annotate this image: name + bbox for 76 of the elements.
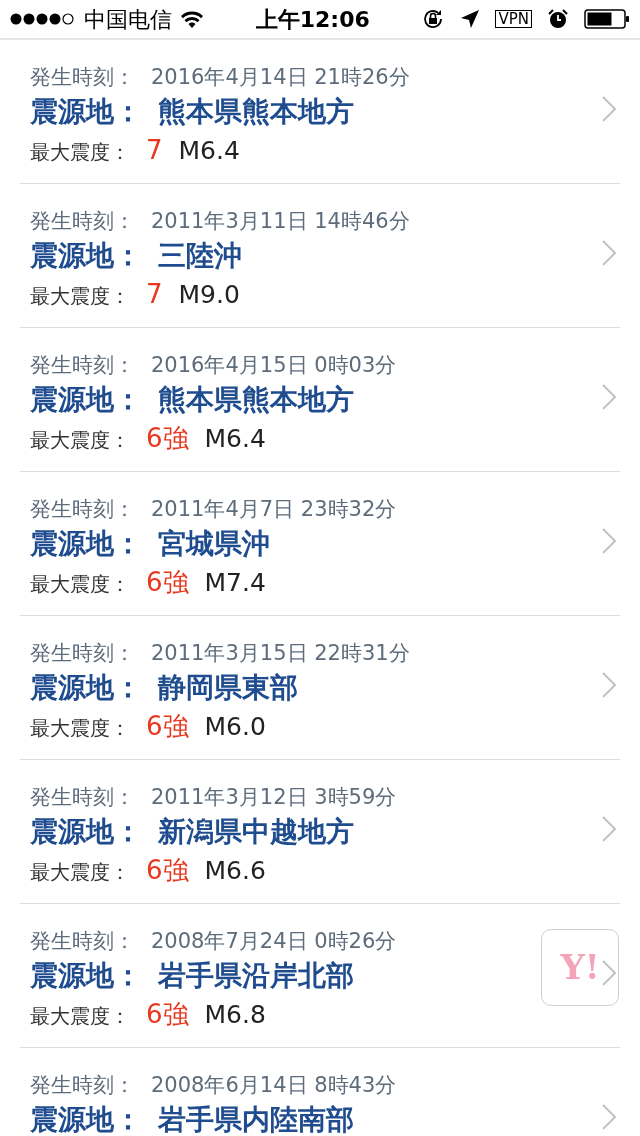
- quake-time: 2011年3月12日 3時59分: [151, 784, 397, 811]
- intensity-value: 6強: [146, 566, 189, 599]
- epicenter-label: 震源地：: [30, 670, 142, 706]
- magnitude: M7.4: [204, 567, 266, 599]
- time-label: 発生時刻：: [30, 784, 135, 811]
- wifi-icon: [180, 10, 204, 28]
- magnitude: M6.0: [204, 711, 266, 743]
- quake-time: 2011年3月11日 14時46分: [151, 208, 410, 235]
- magnitude: M6.4: [204, 423, 266, 455]
- time-label: 発生時刻：: [30, 208, 135, 235]
- intensity-value: 6強: [146, 422, 189, 455]
- quake-time: 2011年3月15日 22時31分: [151, 640, 410, 667]
- time-label: 発生時刻：: [30, 640, 135, 667]
- magnitude: M6.6: [204, 855, 266, 887]
- chevron-right-icon: [602, 384, 616, 410]
- intensity-label: 最大震度：: [30, 859, 130, 886]
- epicenter-label: 震源地：: [30, 526, 142, 562]
- epicenter-name: 静岡県東部: [158, 670, 298, 706]
- chevron-right-icon: [602, 960, 616, 986]
- time-label: 発生時刻：: [30, 64, 135, 91]
- epicenter-name: 新潟県中越地方: [158, 814, 354, 850]
- intensity-value: 7: [146, 134, 163, 167]
- quake-time: 2008年7月24日 0時26分: [151, 928, 397, 955]
- intensity-label: 最大震度：: [30, 571, 130, 598]
- signal-icon: [10, 12, 76, 26]
- time-label: 発生時刻：: [30, 496, 135, 523]
- epicenter-name: 三陸沖: [158, 238, 242, 274]
- epicenter-label: 震源地：: [30, 958, 142, 994]
- time-label: 発生時刻：: [30, 928, 135, 955]
- intensity-label: 最大震度：: [30, 139, 130, 166]
- intensity-label: 最大震度：: [30, 715, 130, 742]
- alarm-icon: [548, 9, 568, 29]
- battery-icon: [584, 9, 630, 29]
- intensity-label: 最大震度：: [30, 283, 130, 310]
- epicenter-name: 熊本県熊本地方: [158, 94, 354, 130]
- quake-list-item[interactable]: 発生時刻： 2016年4月14日 21時26分 震源地： 熊本県熊本地方 最大震度： 7 M6.4: [20, 40, 620, 184]
- vpn-indicator: VPN: [495, 10, 532, 28]
- carrier-name: 中国电信: [84, 5, 172, 34]
- chevron-right-icon: [602, 1104, 616, 1130]
- epicenter-label: 震源地：: [30, 382, 142, 418]
- magnitude: M6.4: [178, 135, 240, 167]
- quake-list-item[interactable]: 発生時刻： 2011年3月11日 14時46分 震源地： 三陸沖 最大震度： 7 M9.0: [20, 184, 620, 328]
- quake-list-item[interactable]: 発生時刻： 2016年4月15日 0時03分 震源地： 熊本県熊本地方 最大震度： 6強 M6.4: [20, 328, 620, 472]
- quake-time: 2008年6月14日 8時43分: [151, 1072, 397, 1099]
- epicenter-label: 震源地：: [30, 1102, 142, 1136]
- epicenter-name: 熊本県熊本地方: [158, 382, 354, 418]
- quake-time: 2011年4月7日 23時32分: [151, 496, 397, 523]
- intensity-value: 6強: [146, 854, 189, 887]
- intensity-value: 6強: [146, 710, 189, 743]
- time-label: 発生時刻：: [30, 1072, 135, 1099]
- epicenter-name: 岩手県内陸南部: [158, 1102, 354, 1136]
- quake-list-item[interactable]: 発生時刻： 2011年3月12日 3時59分 震源地： 新潟県中越地方 最大震度： 6強 M6.6: [20, 760, 620, 904]
- intensity-value: 6強: [146, 998, 189, 1031]
- chevron-right-icon: [602, 96, 616, 122]
- epicenter-label: 震源地：: [30, 94, 142, 130]
- epicenter-label: 震源地：: [30, 238, 142, 274]
- chevron-right-icon: [602, 816, 616, 842]
- quake-list-item[interactable]: 発生時刻： 2011年4月7日 23時32分 震源地： 宮城県沖 最大震度： 6強 M7.4: [20, 472, 620, 616]
- intensity-label: 最大震度：: [30, 427, 130, 454]
- chevron-right-icon: [602, 672, 616, 698]
- magnitude: M6.8: [204, 999, 266, 1031]
- intensity-value: 7: [146, 278, 163, 311]
- magnitude: M9.0: [178, 279, 240, 311]
- quake-time: 2016年4月15日 0時03分: [151, 352, 397, 379]
- location-arrow-icon: [461, 10, 480, 28]
- time-label: 発生時刻：: [30, 352, 135, 379]
- epicenter-name: 岩手県沿岸北部: [158, 958, 354, 994]
- intensity-label: 最大震度：: [30, 1003, 130, 1030]
- epicenter-name: 宮城県沖: [158, 526, 270, 562]
- epicenter-label: 震源地：: [30, 814, 142, 850]
- quake-time: 2016年4月14日 21時26分: [151, 64, 410, 91]
- chevron-right-icon: [602, 240, 616, 266]
- quake-list-item[interactable]: 発生時刻： 2011年3月15日 22時31分 震源地： 静岡県東部 最大震度： 6強 M6.0: [20, 616, 620, 760]
- quake-list-item[interactable]: 発生時刻： 2008年6月14日 8時43分 震源地： 岩手県内陸南部: [20, 1048, 620, 1136]
- status-time: 上午12:06: [255, 5, 370, 34]
- chevron-right-icon: [602, 528, 616, 554]
